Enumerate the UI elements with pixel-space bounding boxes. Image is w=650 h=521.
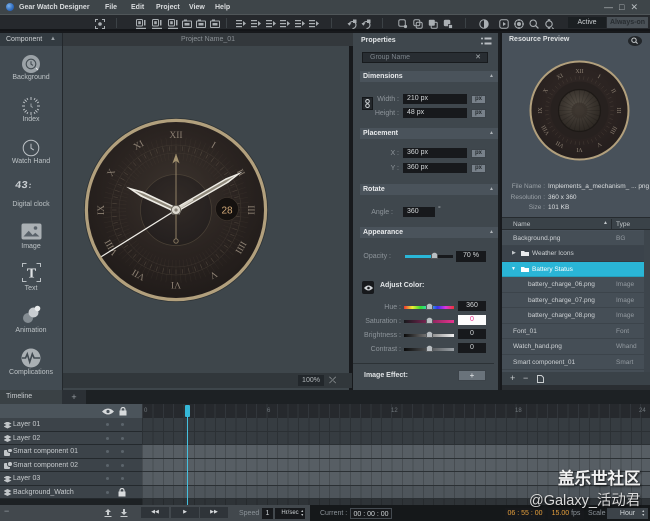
svg-text:VI: VI bbox=[171, 279, 181, 289]
svg-text:IX: IX bbox=[538, 107, 544, 114]
svg-text:III: III bbox=[615, 108, 621, 114]
svg-text:III: III bbox=[245, 205, 255, 215]
svg-text:VI: VI bbox=[576, 146, 582, 152]
svg-text:IX: IX bbox=[97, 205, 107, 215]
svg-text:T: T bbox=[27, 267, 37, 282]
svg-text:28: 28 bbox=[221, 206, 233, 217]
svg-text:XII: XII bbox=[169, 131, 182, 141]
svg-text:XII: XII bbox=[575, 69, 583, 75]
